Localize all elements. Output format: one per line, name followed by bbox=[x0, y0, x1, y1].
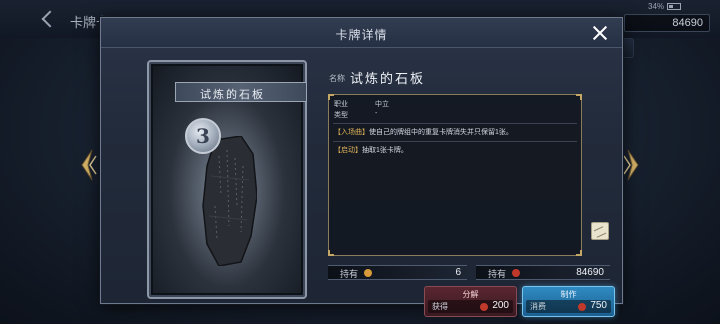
card-description-panel: 职业 中立 类型 - 【入场曲】使自己的牌组中的重复卡牌消失并只保留1张。 【启… bbox=[328, 94, 582, 256]
type-value: - bbox=[375, 110, 378, 117]
vial-count: 84690 bbox=[576, 267, 604, 278]
effect-activate: 【启动】抽取1张卡牌。 bbox=[334, 145, 408, 155]
card-cost-gem: 3 bbox=[185, 118, 221, 154]
card-name: 试炼的石板 bbox=[200, 88, 265, 101]
craft-amount: 750 bbox=[590, 300, 607, 311]
craft-cost: 消费 750 bbox=[526, 300, 611, 313]
vial-icon bbox=[578, 303, 586, 311]
owned-label: 持有 bbox=[340, 269, 359, 279]
divider bbox=[333, 123, 577, 124]
panel-corner bbox=[576, 250, 582, 256]
effect-keyword: 【启动】 bbox=[334, 147, 362, 154]
card-cost: 3 bbox=[196, 124, 210, 148]
effect-text: 使自己的牌组中的重复卡牌消失并只保留1张。 bbox=[369, 129, 513, 136]
owned-cards-bar: 持有 6 bbox=[328, 265, 467, 280]
craft-sub-label: 消费 bbox=[530, 302, 546, 311]
type-label: 类型 bbox=[334, 112, 348, 119]
close-icon[interactable] bbox=[592, 25, 608, 41]
decompose-reward: 获得 200 bbox=[428, 300, 513, 313]
card-detail-modal: 卡牌详情 试炼的石板 3 名称 试炼的石板 职业 中立 类型 - 【入场曲】使自… bbox=[100, 17, 623, 317]
card-name-banner: 试炼的石板 bbox=[175, 82, 307, 102]
divider bbox=[333, 141, 577, 142]
craft-button[interactable]: 制作 消费 750 bbox=[522, 286, 615, 317]
vial-label: 持有 bbox=[488, 269, 507, 279]
battery-icon bbox=[667, 3, 682, 10]
class-value: 中立 bbox=[375, 101, 389, 108]
vial-icon bbox=[480, 303, 488, 311]
card-image: 试炼的石板 3 bbox=[147, 60, 307, 299]
class-label: 职业 bbox=[334, 101, 348, 108]
craft-title: 制作 bbox=[560, 290, 577, 299]
previous-card-arrow-icon[interactable] bbox=[78, 148, 98, 182]
decompose-sub-label: 获得 bbox=[432, 302, 448, 311]
name-label: 名称 bbox=[329, 74, 345, 83]
card-pack-icon bbox=[364, 269, 372, 277]
panel-corner bbox=[576, 94, 582, 100]
modal-header: 卡牌详情 bbox=[101, 18, 622, 48]
vial-bar: 持有 84690 bbox=[476, 265, 610, 280]
background-currency: 84690 bbox=[624, 14, 710, 32]
decompose-amount: 200 bbox=[492, 300, 509, 311]
effect-fanfare: 【入场曲】使自己的牌组中的重复卡牌消失并只保留1张。 bbox=[334, 127, 513, 137]
stone-tablet-icon bbox=[202, 136, 257, 266]
effect-keyword: 【入场曲】 bbox=[334, 129, 369, 136]
back-arrow-icon[interactable] bbox=[41, 10, 59, 28]
owned-count: 6 bbox=[455, 267, 461, 278]
card-name-value: 试炼的石板 bbox=[350, 72, 426, 87]
panel-corner bbox=[328, 250, 334, 256]
scroll-icon[interactable] bbox=[591, 222, 609, 240]
decompose-title: 分解 bbox=[462, 290, 479, 299]
battery-indicator: 34% bbox=[648, 2, 682, 11]
modal-title: 卡牌详情 bbox=[335, 28, 388, 42]
screen: 卡牌卡 34% 84690 卡牌详情 试炼的石板 3 名称 试炼的石板 职业 中… bbox=[0, 0, 720, 324]
next-card-arrow-icon[interactable] bbox=[622, 148, 642, 182]
decompose-button[interactable]: 分解 获得 200 bbox=[424, 286, 517, 317]
effect-text: 抽取1张卡牌。 bbox=[362, 147, 408, 154]
battery-percent: 34% bbox=[648, 2, 665, 11]
vial-icon bbox=[512, 269, 520, 277]
background-currency-value: 84690 bbox=[672, 17, 703, 29]
